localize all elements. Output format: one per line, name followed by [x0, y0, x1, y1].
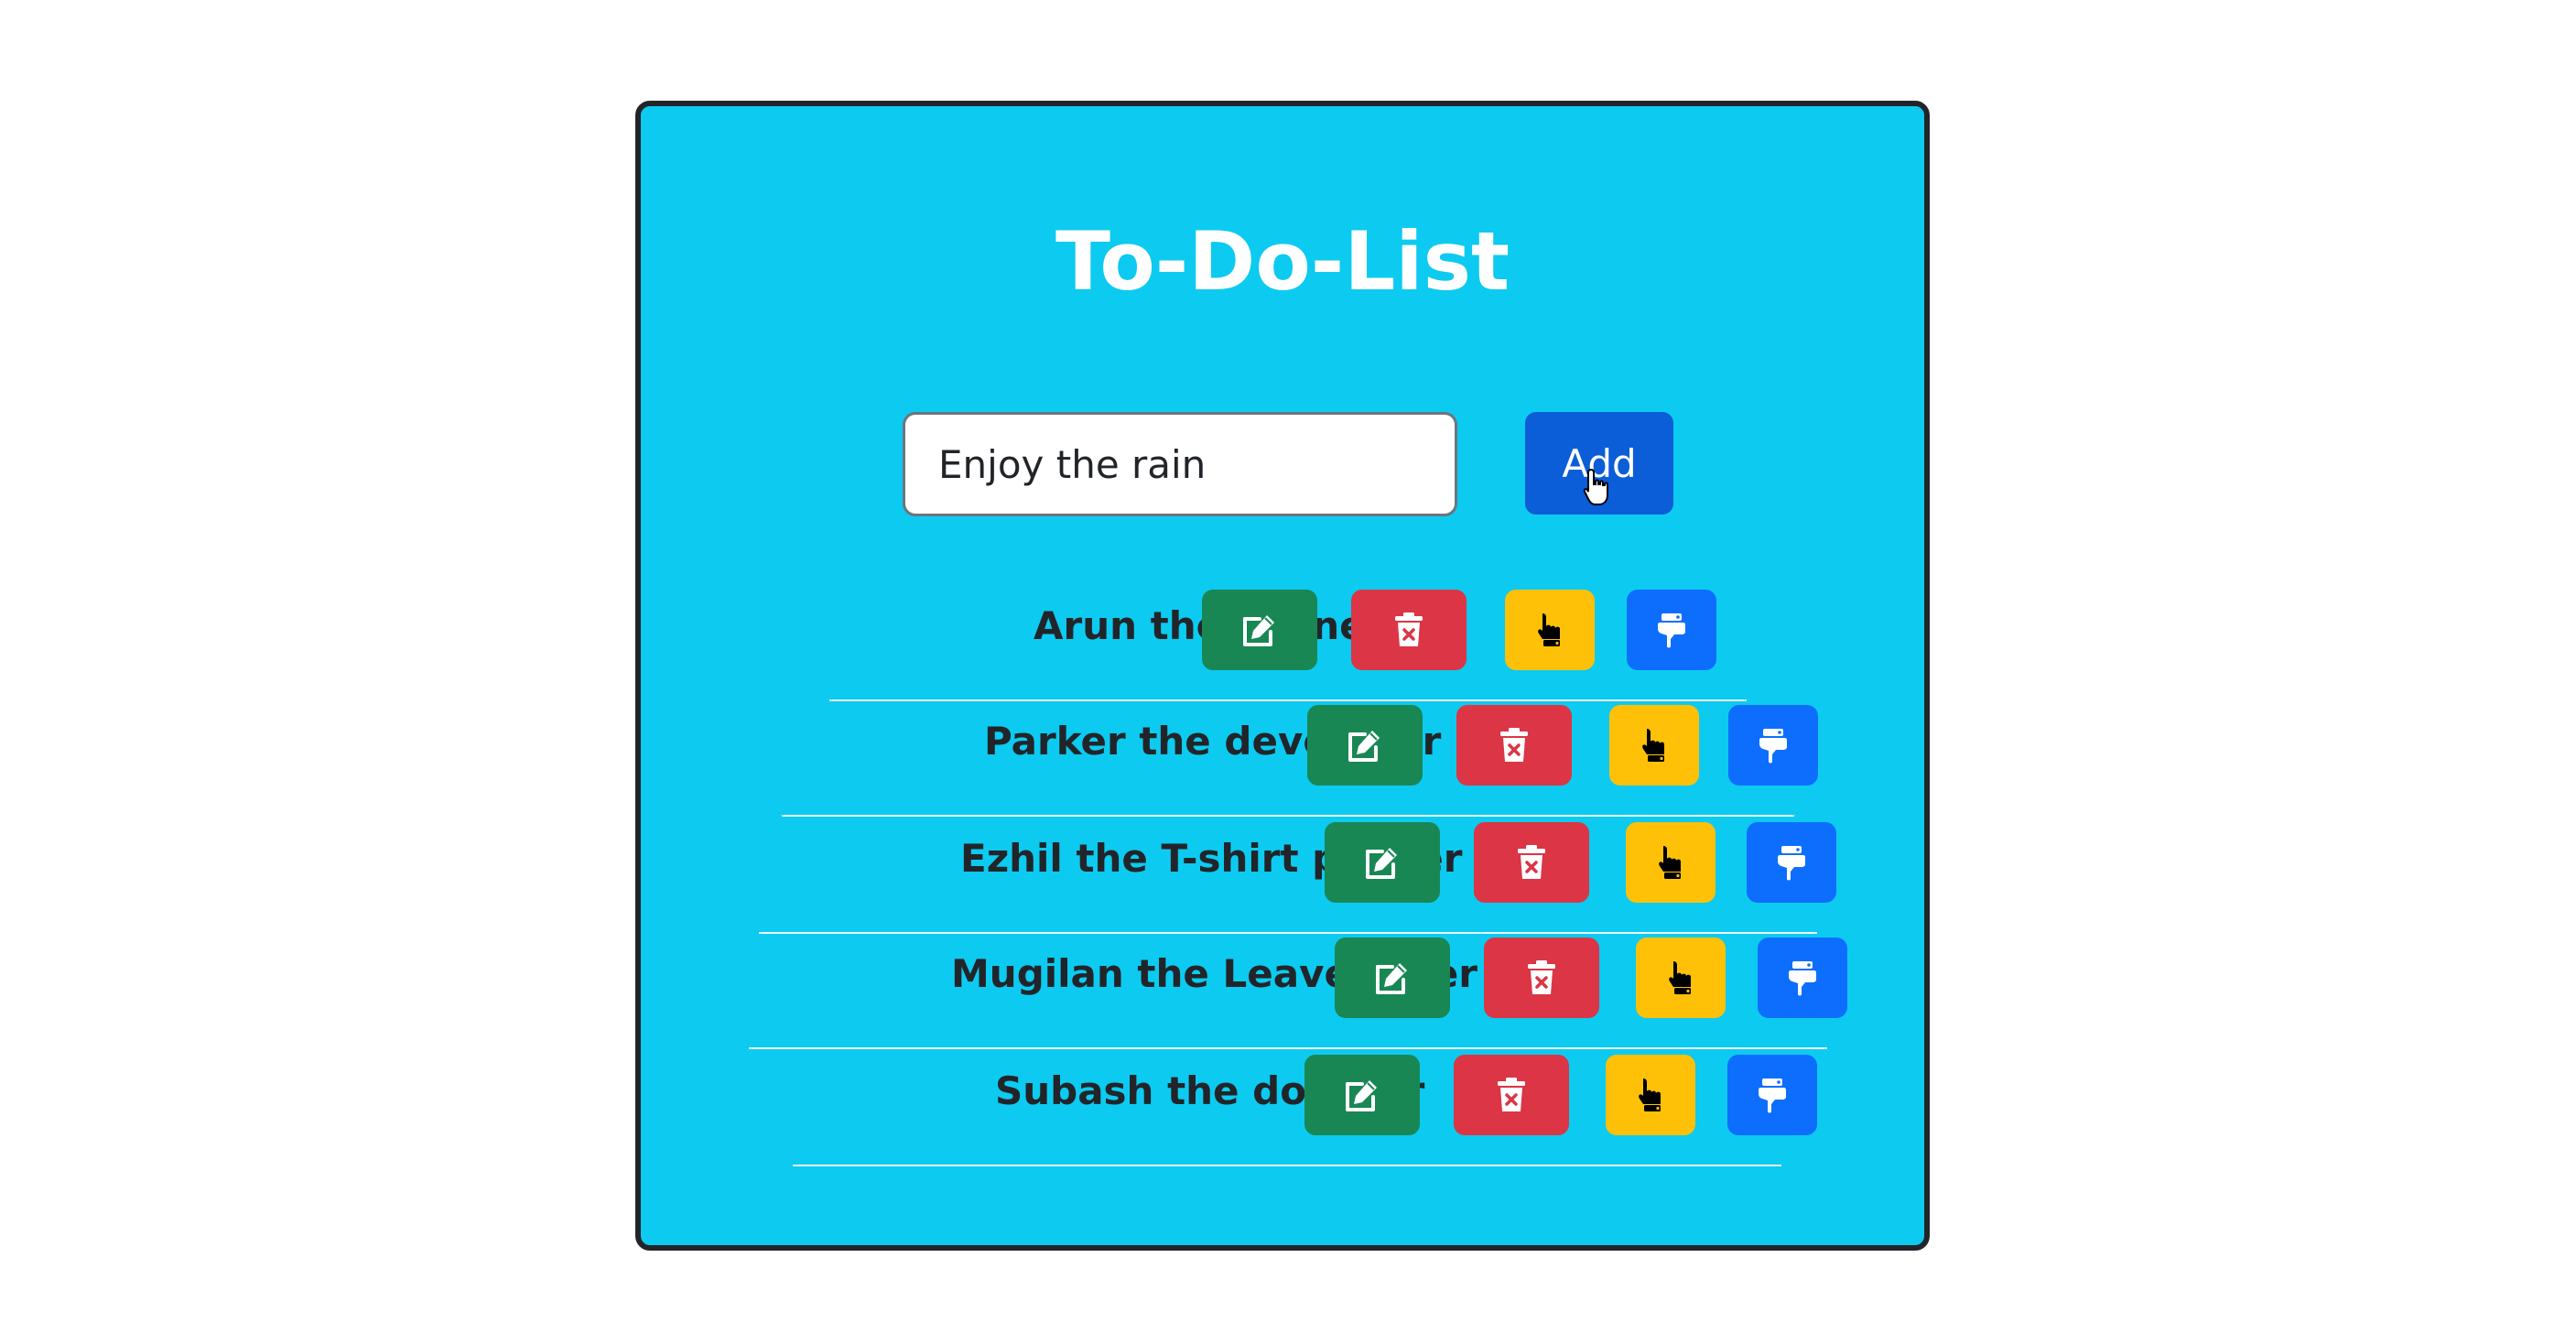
like-button[interactable] [1626, 822, 1716, 903]
dislike-button[interactable] [1627, 590, 1716, 670]
thumbtack-icon [1759, 729, 1787, 764]
like-button[interactable] [1609, 705, 1699, 786]
hand-pointer-down-icon [1642, 729, 1664, 762]
trash-icon [1498, 1078, 1525, 1111]
delete-button[interactable] [1484, 938, 1599, 1018]
delete-button[interactable] [1351, 590, 1467, 670]
edit-icon [1366, 848, 1397, 879]
task-input[interactable] [903, 412, 1457, 516]
edit-button[interactable] [1304, 1055, 1420, 1135]
edit-button[interactable] [1325, 822, 1440, 903]
like-button[interactable] [1606, 1055, 1695, 1135]
dislike-button[interactable] [1728, 705, 1818, 786]
task-row: Parker the developer [782, 701, 1818, 817]
trash-icon [1528, 960, 1555, 994]
task-row: Subash the doubter [793, 1051, 1817, 1166]
task-row: Mugilan the Leave taker [749, 934, 1847, 1049]
edit-icon [1376, 963, 1407, 994]
edit-icon [1346, 1080, 1377, 1111]
dislike-button[interactable] [1758, 938, 1847, 1018]
edit-button[interactable] [1202, 590, 1317, 670]
thumbtack-icon [1759, 1078, 1786, 1113]
hand-pointer-down-icon [1659, 846, 1681, 879]
edit-button[interactable] [1307, 705, 1423, 786]
trash-icon [1500, 728, 1528, 762]
delete-button[interactable] [1474, 822, 1589, 903]
hand-pointer-down-icon [1538, 613, 1560, 646]
thumbtack-icon [1658, 613, 1685, 648]
like-button[interactable] [1636, 938, 1726, 1018]
todo-card: To-Do-List Add Arun the trainer [635, 101, 1930, 1251]
task-row: Arun the trainer [829, 586, 1747, 701]
thumbtack-icon [1789, 961, 1816, 996]
delete-button[interactable] [1456, 705, 1572, 786]
dislike-button[interactable] [1747, 822, 1836, 903]
delete-button[interactable] [1454, 1055, 1569, 1135]
edit-button[interactable] [1335, 938, 1450, 1018]
edit-icon [1243, 615, 1274, 646]
trash-icon [1395, 612, 1423, 646]
thumbtack-icon [1778, 846, 1805, 881]
dislike-button[interactable] [1727, 1055, 1817, 1135]
edit-icon [1348, 731, 1380, 762]
like-button[interactable] [1505, 590, 1595, 670]
hand-pointer-down-icon [1639, 1078, 1661, 1111]
add-button[interactable]: Add [1525, 412, 1673, 515]
trash-icon [1518, 845, 1545, 879]
hand-pointer-down-icon [1669, 961, 1691, 994]
task-row: Ezhil the T-shirt printer [759, 818, 1836, 934]
page-title: To-Do-List [1055, 214, 1510, 309]
